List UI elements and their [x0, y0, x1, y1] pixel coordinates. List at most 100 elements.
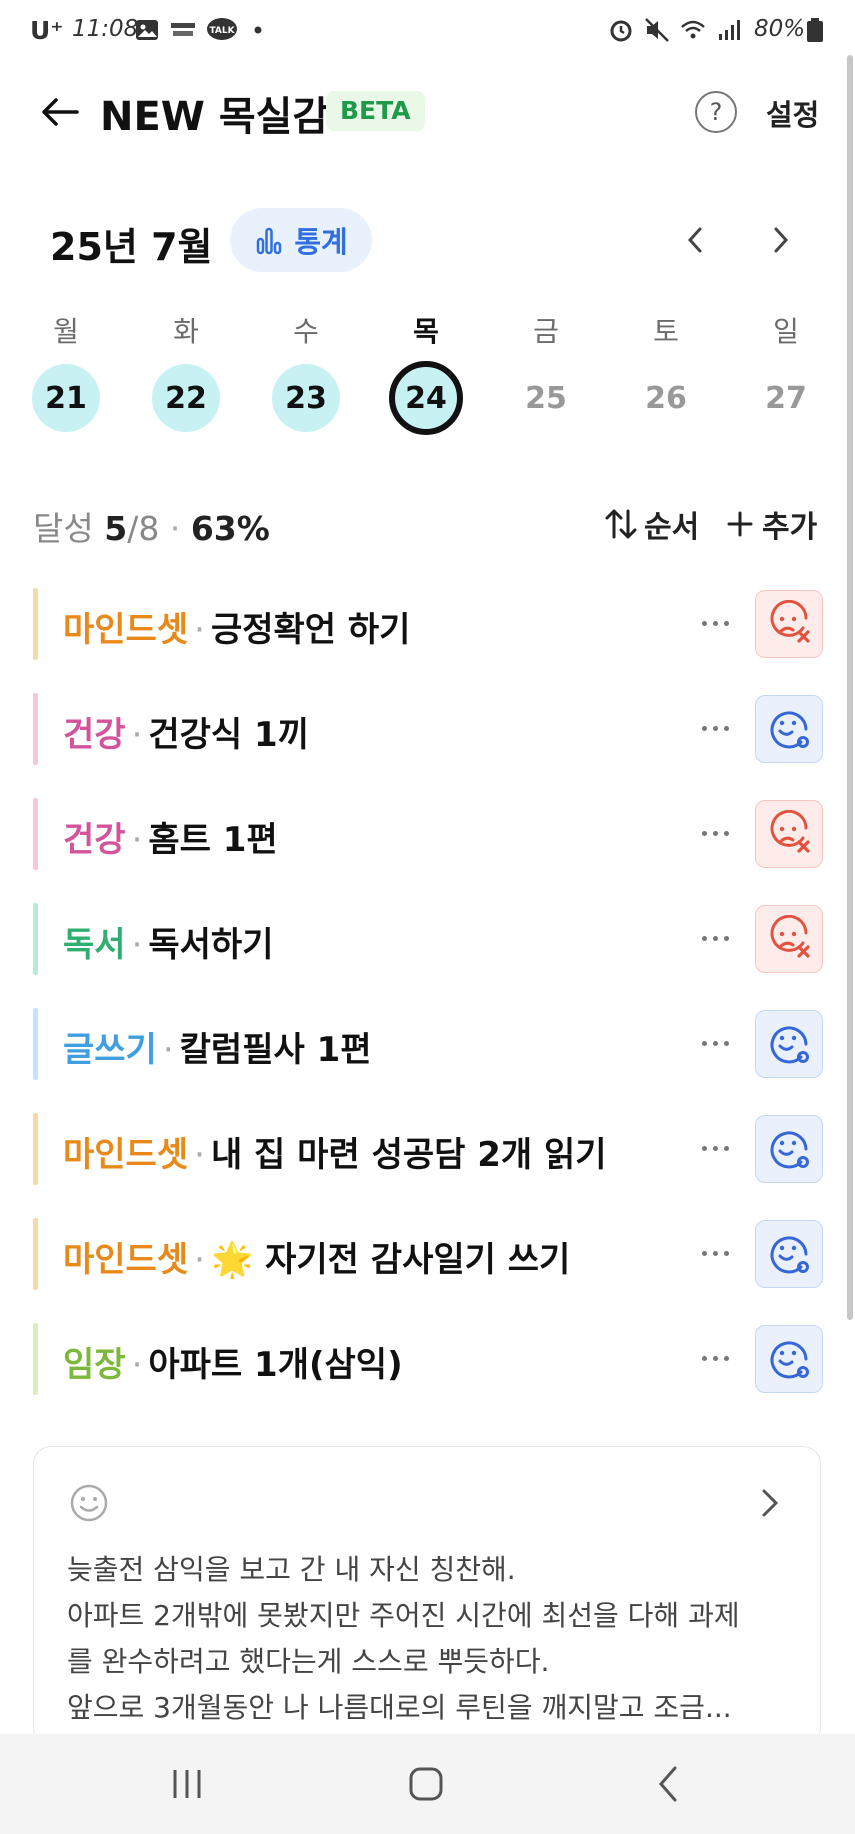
habit-status-button[interactable] — [755, 1010, 823, 1078]
happy-face-ok-icon — [770, 711, 809, 749]
more-options-button[interactable] — [685, 808, 745, 858]
habit-category: 건강 — [63, 820, 126, 860]
habit-row[interactable]: 글쓰기 · 칼럼필사 1편 — [33, 1008, 823, 1080]
habit-name: 🌟 자기전 감사일기 쓰기 — [210, 1240, 571, 1280]
habit-category: 마인드셋 — [63, 1240, 189, 1280]
sad-face-fail-icon — [770, 810, 810, 853]
day-27[interactable]: 27 — [752, 364, 820, 432]
memo-line: 아파트 2개밖에 못봤지만 주어진 시간에 최선을 다해 과제 — [67, 1599, 740, 1632]
battery-icon — [807, 18, 823, 42]
add-habit-button[interactable]: 추가 — [726, 502, 817, 546]
recent-apps-icon — [173, 1770, 201, 1798]
category-color-bar — [33, 798, 38, 870]
habit-status-button[interactable] — [755, 1325, 823, 1393]
habit-name: 칼럼필사 1편 — [179, 1030, 372, 1070]
separator-dot: · — [194, 610, 205, 650]
memo-line: 늦출전 삼익을 보고 간 내 자신 칭찬해. — [67, 1553, 516, 1586]
memo-text: 늦출전 삼익을 보고 간 내 자신 칭찬해. 아파트 2개밖에 못봤지만 주어진… — [67, 1547, 807, 1731]
day-23[interactable]: 23 — [272, 364, 340, 432]
habit-name: 긍정확언 하기 — [210, 610, 411, 650]
more-options-button[interactable] — [685, 913, 745, 963]
signal-icon — [719, 20, 740, 40]
habit-row[interactable]: 마인드셋 · 내 집 마련 성공담 2개 읽기 — [33, 1113, 823, 1185]
smiley-icon — [70, 1484, 108, 1522]
category-color-bar — [33, 903, 38, 975]
chevron-right-icon[interactable] — [750, 1483, 790, 1523]
habit-text: 독서 · 독서하기 — [63, 917, 274, 966]
habit-category: 독서 — [63, 925, 126, 965]
category-color-bar — [33, 588, 38, 660]
happy-face-ok-icon — [770, 1026, 809, 1064]
happy-face-ok-icon — [770, 1236, 809, 1274]
day-21[interactable]: 21 — [32, 364, 100, 432]
back-button[interactable] — [34, 86, 86, 138]
habit-status-button[interactable] — [755, 1115, 823, 1183]
category-color-bar — [33, 1323, 38, 1395]
more-options-button[interactable] — [685, 1123, 745, 1173]
memo-card[interactable]: 늦출전 삼익을 보고 간 내 자신 칭찬해. 아파트 2개밖에 못봤지만 주어진… — [33, 1446, 821, 1746]
chevron-right-icon — [774, 227, 789, 253]
mute-icon — [645, 18, 669, 42]
weekday-label: 토 — [653, 315, 679, 348]
habit-name: 아파트 1개(삼익) — [148, 1345, 403, 1385]
weekday-label: 금 — [533, 315, 559, 348]
habit-row[interactable]: 마인드셋 · 🌟 자기전 감사일기 쓰기 — [33, 1218, 823, 1290]
weekday-label: 화 — [173, 315, 199, 348]
habit-status-button[interactable] — [755, 905, 823, 973]
day-22[interactable]: 22 — [152, 364, 220, 432]
separator-dot: · — [194, 1240, 205, 1280]
habit-name: 홈트 1편 — [148, 820, 278, 860]
separator-dot: · — [162, 1030, 174, 1070]
help-button[interactable]: ? — [695, 91, 737, 133]
habit-status-button[interactable] — [755, 1220, 823, 1288]
app-notification-icon — [171, 23, 195, 36]
day-25[interactable]: 25 — [512, 364, 580, 432]
separator-dot: · — [131, 1345, 143, 1385]
month-label: 25년 7월 — [50, 225, 213, 269]
more-options-button[interactable] — [685, 1333, 745, 1383]
sad-face-fail-icon — [770, 915, 810, 958]
habit-text: 건강 · 홈트 1편 — [63, 812, 278, 861]
habit-text: 건강 · 건강식 1끼 — [63, 707, 309, 756]
habit-row[interactable]: 마인드셋 · 긍정확언 하기 — [33, 588, 823, 660]
bar-chart-icon — [257, 227, 282, 255]
prev-week-button[interactable] — [670, 215, 720, 265]
stats-label: 통계 — [294, 225, 348, 259]
day-24[interactable]: 24 — [389, 361, 463, 435]
habit-text: 글쓰기 · 칼럼필사 1편 — [63, 1022, 372, 1071]
habit-row[interactable]: 건강 · 건강식 1끼 — [33, 693, 823, 765]
achievement-percent: 63% — [190, 509, 270, 548]
happy-face-ok-icon — [770, 1341, 809, 1379]
chevron-left-icon — [687, 227, 702, 253]
more-options-button[interactable] — [685, 703, 745, 753]
weekday-label: 목 — [413, 315, 439, 348]
home-button[interactable] — [396, 1756, 456, 1812]
next-week-button[interactable] — [756, 215, 806, 265]
category-color-bar — [33, 1113, 38, 1185]
system-back-button[interactable] — [638, 1756, 698, 1812]
stats-button[interactable]: 통계 — [230, 208, 372, 272]
habit-row[interactable]: 건강 · 홈트 1편 — [33, 798, 823, 870]
sort-order-button[interactable]: 순서 — [604, 502, 699, 546]
more-options-button[interactable] — [685, 598, 745, 648]
habit-status-button[interactable] — [755, 800, 823, 868]
settings-button[interactable]: 설정 — [766, 92, 819, 134]
recent-apps-button[interactable] — [157, 1756, 217, 1812]
more-options-button[interactable] — [685, 1228, 745, 1278]
scrollbar[interactable] — [847, 55, 853, 1320]
habit-text: 마인드셋 · 🌟 자기전 감사일기 쓰기 — [63, 1232, 570, 1281]
status-bar: U⁺ 11:08 TALK 80% — [0, 0, 855, 62]
habit-status-button[interactable] — [755, 695, 823, 763]
memo-line: 를 완수하려고 했다는게 스스로 뿌듯하다. — [67, 1645, 550, 1678]
more-options-button[interactable] — [685, 1018, 745, 1068]
category-color-bar — [33, 693, 38, 765]
habit-text: 마인드셋 · 내 집 마련 성공담 2개 읽기 — [63, 1127, 607, 1176]
day-26[interactable]: 26 — [632, 364, 700, 432]
habit-row[interactable]: 독서 · 독서하기 — [33, 903, 823, 975]
habit-text: 마인드셋 · 긍정확언 하기 — [63, 602, 410, 651]
habit-status-button[interactable] — [755, 590, 823, 658]
achievement-summary: 달성 5/8 · 63% — [33, 502, 270, 550]
achievement-total: /8 — [127, 509, 160, 548]
weekday-label: 수 — [293, 315, 319, 348]
habit-row[interactable]: 임장 · 아파트 1개(삼익) — [33, 1323, 823, 1395]
